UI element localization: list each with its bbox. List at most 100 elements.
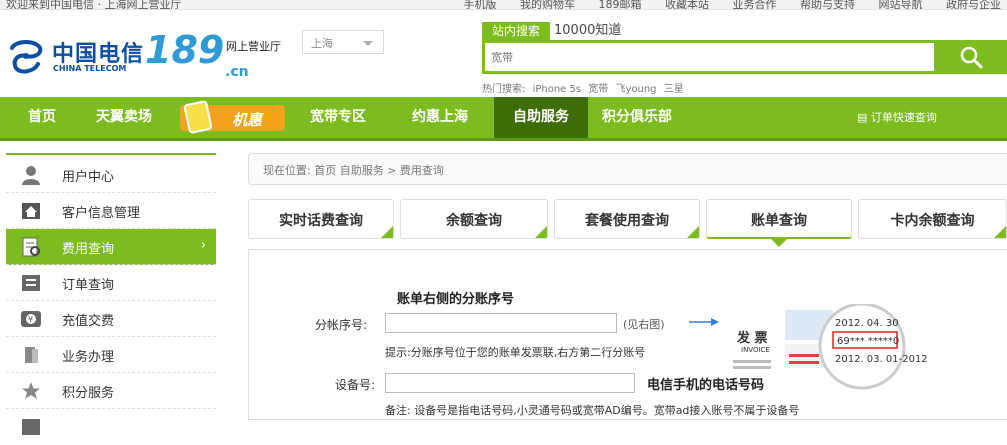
nav-item-broadband[interactable]: 宽带专区 [310,97,366,138]
sidebar-item-label: 充值交费 [62,314,115,329]
sidebar-item-label: 业务办理 [62,350,115,365]
search-icon [960,46,983,69]
bill-query-form: 账单右侧的分账序号 分帐序号: (见右图) 提示:分账序号位于您的账单发票联,右… [248,249,1007,420]
device-number-label: 设备号: [335,378,376,392]
chevron-right-icon: › [200,238,206,253]
nav-item-store[interactable]: 天翼卖场 [96,97,152,138]
invoice-period: 2012. 03. 01-2012 [835,354,928,365]
phone-icon [183,99,213,135]
invoice-title-cn: 发 票 [736,330,768,346]
device-number-input[interactable] [385,373,635,393]
tab-bill-query[interactable]: 账单查询 [706,199,852,247]
sidebar-item-user-center[interactable]: 用户中心 [6,157,216,193]
see-image-hint: (见右图) [623,318,665,331]
account-number-label: 分帐序号: [315,318,368,332]
logo-189-text: 189 [145,28,225,72]
tab-corner-decoration [535,226,547,238]
tab-realtime-fee[interactable]: 实时话费查询 [248,199,394,239]
search-box [482,40,937,74]
form-title: 账单右侧的分账序号 [397,292,515,307]
sidebar-item-order-query[interactable]: 订单查询 [6,265,216,301]
site-logo[interactable]: 中国电信 CHINA TELECOM 189 网上营业厅 .cn [0,14,440,94]
tab-label: 实时话费查询 [279,213,363,229]
star-icon [22,382,40,399]
tab-label: 套餐使用查询 [585,213,669,229]
search-input[interactable] [491,47,921,67]
utility-links: 手机版 我的购物车 189邮箱 收藏本站 业务合作 帮助与支持 网站导航 政府与… [444,0,1002,9]
online-hall-label: 网上营业厅 [226,40,281,53]
hot-search-item[interactable]: iPhone 5s [533,84,582,95]
breadcrumb: 现在位置: 首页 自助服务 > 费用查询 [248,153,1007,185]
order-quick-query[interactable]: ▤ 订单快速查询 [857,97,937,138]
invoice-masked-number: 69*** *****0 [837,336,899,347]
nav-promo-text: 机惠 [232,111,263,129]
tab-label: 账单查询 [751,213,807,229]
device-number-note: 备注: 设备号是指电话号码,小灵通号码或宽带AD编号。宽带ad接入账号不属于设备… [385,404,800,417]
svg-text:¥: ¥ [28,315,33,324]
breadcrumb-text: 现在位置: 首页 自助服务 > 费用查询 [263,164,444,177]
utility-link-enterprise[interactable]: 政府与企业 [946,0,1001,9]
utility-link-cart[interactable]: 我的购物车 [520,0,575,9]
account-number-input[interactable] [385,313,617,333]
main-nav: 首页 天翼卖场 机惠 宽带专区 约惠上海 自助服务 积分俱乐部 ▤ 订单快速查询 [0,97,1007,141]
nav-item-self-service[interactable]: 自助服务 [494,97,588,138]
search-button[interactable] [937,40,1007,74]
utility-link-favorite[interactable]: 收藏本站 [665,0,709,9]
invoice-title-en: INVOICE [741,346,770,354]
sidebar-item-customer-info[interactable]: 客户信息管理 [6,193,216,229]
tab-card-balance[interactable]: 卡内余额查询 [858,199,1007,239]
sidebar-item-more[interactable] [6,409,216,445]
utility-link-sitemap[interactable]: 网站导航 [879,0,923,9]
main-content: 现在位置: 首页 自助服务 > 费用查询 实时话费查询 余额查询 套餐使用查询 … [248,153,1007,420]
region-select[interactable]: 上海 [302,30,384,54]
nav-promo-banner[interactable]: 机惠 [180,99,285,135]
tab-label: 余额查询 [446,213,502,229]
chevron-down-icon [363,41,373,46]
nav-item-shanghai-deals[interactable]: 约惠上海 [412,97,468,138]
sidebar-item-label: 积分服务 [62,386,115,401]
top-utility-bar: 欢迎来到中国电信 · 上海网上营业厅 手机版 我的购物车 189邮箱 收藏本站 … [0,0,1007,10]
utility-link-mobile[interactable]: 手机版 [464,0,497,9]
home-icon [22,203,40,219]
list-icon [22,275,40,291]
sidebar-item-points[interactable]: 积分服务 [6,373,216,409]
sidebar-item-label: 用户中心 [62,170,115,185]
china-telecom-logo-icon [10,40,43,74]
sidebar: 用户中心 客户信息管理 费用查询 › 订单查询 ¥ 充值交费 业务办理 积分服务 [0,153,218,435]
nav-item-points-club[interactable]: 积分俱乐部 [602,97,672,138]
hot-search-item[interactable]: 三星 [664,84,684,95]
document-icon: ▤ [857,111,871,124]
sidebar-divider [6,153,216,155]
hot-search-item[interactable]: 飞young [615,84,656,95]
hot-search-item[interactable]: 宽带 [588,84,608,95]
sidebar-item-label: 订单查询 [62,278,115,293]
invoice-date: 2012. 04. 30 [835,318,899,329]
active-tab-indicator [770,238,788,247]
utility-link-business[interactable]: 业务合作 [733,0,777,9]
hot-search-label: 热门搜索: [482,84,526,95]
logo-english-text: CHINA TELECOM [53,64,127,73]
invoice-sample-image: 发 票 INVOICE 2012. 04. 30 69*** *****0 20… [689,304,928,390]
tab-label: 卡内余额查询 [890,213,975,229]
utility-link-help[interactable]: 帮助与支持 [800,0,855,9]
utility-link-mail[interactable]: 189邮箱 [599,0,642,9]
sidebar-item-label: 客户信息管理 [62,206,141,221]
account-number-hint: 提示:分账序号位于您的账单发票联,右方第二行分账号 [385,346,646,359]
book-icon [25,347,38,363]
tab-10000-knowledge[interactable]: 10000知道 [554,22,621,40]
welcome-text: 欢迎来到中国电信 · 上海网上营业厅 [6,0,182,10]
sidebar-item-recharge[interactable]: ¥ 充值交费 [6,301,216,337]
tab-corner-decoration [381,226,393,238]
region-value: 上海 [311,37,333,50]
tab-corner-decoration [994,226,1006,238]
tab-site-search[interactable]: 站内搜索 [482,22,550,40]
sidebar-item-business[interactable]: 业务办理 [6,337,216,373]
document-icon [22,237,40,257]
tab-package-usage[interactable]: 套餐使用查询 [554,199,700,239]
tab-balance[interactable]: 余额查询 [400,199,548,239]
tab-corner-decoration [687,226,699,238]
nav-item-home[interactable]: 首页 [28,97,56,138]
coin-icon: ¥ [21,311,41,327]
user-icon [22,166,40,185]
sidebar-item-fee-query[interactable]: 费用查询 › [6,229,216,265]
